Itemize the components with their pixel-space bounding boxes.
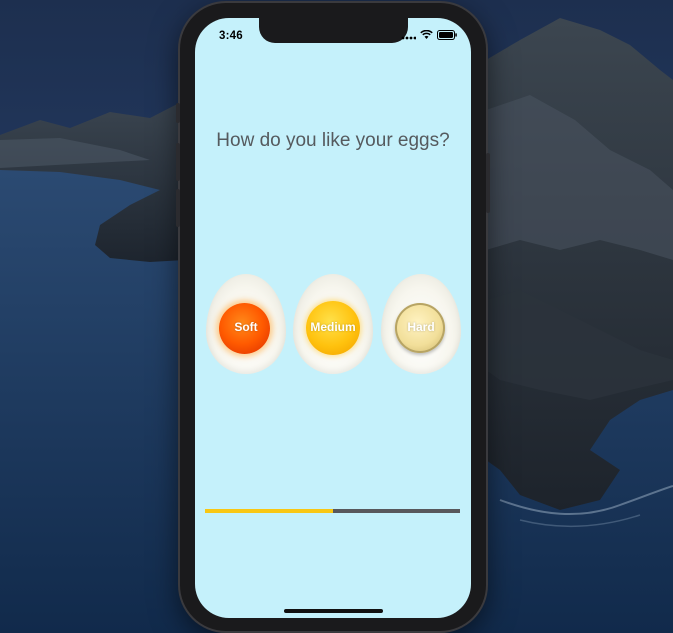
hard-label: Hard [407, 320, 435, 334]
wifi-icon [420, 30, 433, 39]
soft-egg-button[interactable]: Soft [206, 274, 286, 374]
volume-up-button [176, 143, 180, 181]
mute-switch [176, 103, 180, 123]
notch [259, 18, 408, 43]
volume-down-button [176, 189, 180, 227]
desktop-wallpaper: 3:46 How do you like your eggs? Soft Med… [0, 0, 673, 633]
battery-icon [437, 30, 457, 40]
hard-egg-button[interactable]: Hard [381, 274, 461, 374]
progress-bar-fill [205, 509, 333, 513]
app-screen: 3:46 How do you like your eggs? Soft Med… [195, 18, 471, 618]
status-icons [401, 30, 457, 40]
medium-label: Medium [310, 320, 356, 334]
progress-bar [205, 509, 460, 513]
question-title: How do you like your eggs? [216, 130, 450, 151]
medium-egg-button[interactable]: Medium [293, 274, 373, 374]
phone-frame: 3:46 How do you like your eggs? Soft Med… [176, 3, 490, 631]
status-time: 3:46 [219, 30, 243, 42]
signal-icon [401, 36, 416, 40]
home-indicator[interactable] [284, 609, 383, 613]
soft-label: Soft [234, 320, 258, 334]
power-button [486, 153, 490, 213]
